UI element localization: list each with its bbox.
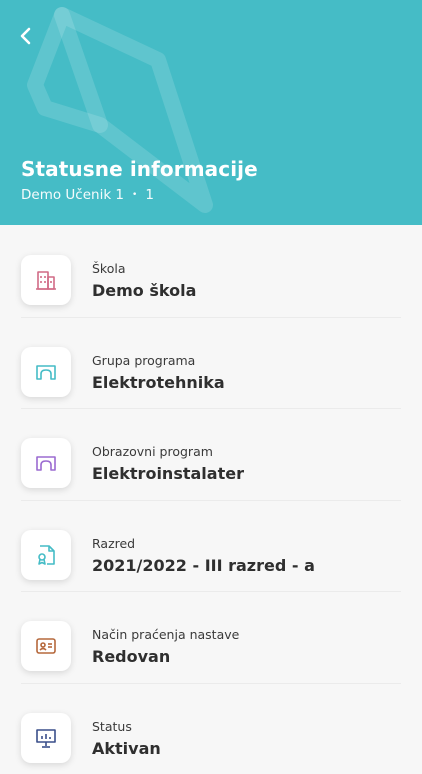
student-number: 1 xyxy=(145,187,154,203)
list-item-school: Škola Demo škola xyxy=(0,225,422,317)
page-title: Statusne informacije xyxy=(21,157,258,181)
list-item-program-group: Grupa programa Elektrotehnika xyxy=(0,317,422,409)
id-card-icon xyxy=(21,621,71,671)
item-label: Grupa programa xyxy=(92,353,195,368)
item-value: Elektrotehnika xyxy=(92,373,225,392)
item-value: Aktivan xyxy=(92,739,161,758)
item-label: Obrazovni program xyxy=(92,444,213,459)
status-list: Škola Demo škola Grupa programa Elektrot… xyxy=(0,225,422,774)
item-value: Elektroinstalater xyxy=(92,464,244,483)
item-label: Škola xyxy=(92,261,126,276)
building-icon xyxy=(21,255,71,305)
item-label: Razred xyxy=(92,536,135,551)
certificate-icon xyxy=(21,530,71,580)
back-button[interactable] xyxy=(12,22,40,50)
arch-icon xyxy=(21,438,71,488)
item-value: 2021/2022 - III razred - a xyxy=(92,556,315,575)
list-item-attendance-mode: Način praćenja nastave Redovan xyxy=(0,591,422,683)
separator-dot: • xyxy=(132,190,137,200)
item-value: Redovan xyxy=(92,647,170,666)
item-label: Način praćenja nastave xyxy=(92,627,239,642)
list-item-class: Razred 2021/2022 - III razred - a xyxy=(0,500,422,592)
arch-icon xyxy=(21,347,71,397)
item-value: Demo škola xyxy=(92,281,196,300)
header: Statusne informacije Demo Učenik 1 • 1 xyxy=(0,0,422,225)
chevron-left-icon xyxy=(19,27,33,45)
student-info: Demo Učenik 1 • 1 xyxy=(21,187,154,203)
student-name: Demo Učenik 1 xyxy=(21,187,124,203)
presentation-icon xyxy=(21,713,71,763)
list-item-education-program: Obrazovni program Elektroinstalater xyxy=(0,408,422,500)
item-label: Status xyxy=(92,719,132,734)
list-item-status: Status Aktivan xyxy=(0,683,422,774)
